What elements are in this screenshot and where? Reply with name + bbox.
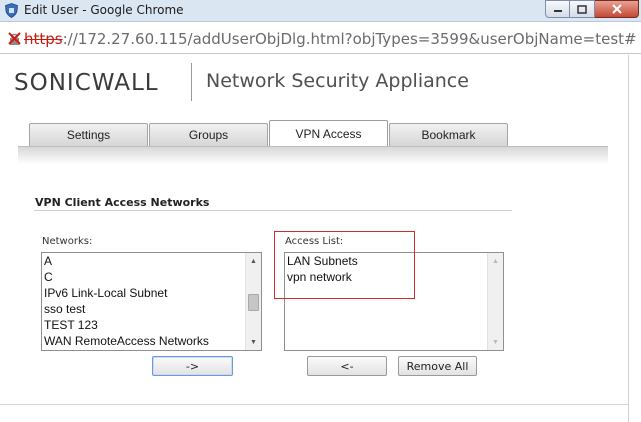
list-item[interactable]: WAN RemoteAccess Networks — [44, 333, 209, 349]
access-list-highlight — [274, 231, 415, 299]
minimize-icon — [553, 10, 562, 12]
address-bar[interactable]: https://172.27.60.115/addUserObjDlg.html… — [0, 22, 641, 54]
networks-items: A C IPv6 Link-Local Subnet sso test TEST… — [44, 253, 209, 349]
section-divider — [34, 210, 512, 211]
list-item[interactable]: A — [44, 253, 209, 269]
sonicwall-banner: SONICWALL Network Security Appliance — [0, 55, 628, 107]
maximize-icon — [577, 4, 587, 14]
add-button[interactable]: -> — [152, 356, 233, 376]
minimize-button[interactable] — [545, 0, 570, 18]
banner-divider — [191, 63, 192, 101]
scroll-down-icon[interactable]: ▼ — [246, 334, 261, 350]
networks-listbox[interactable]: A C IPv6 Link-Local Subnet sso test TEST… — [41, 252, 262, 351]
shield-icon — [5, 3, 18, 18]
sonicwall-logo: SONICWALL — [14, 70, 159, 96]
url-scheme: https — [24, 30, 63, 48]
url-text[interactable]: https://172.27.60.115/addUserObjDlg.html… — [24, 30, 637, 48]
window-title: Edit User - Google Chrome — [24, 3, 184, 17]
tab-groups[interactable]: Groups — [149, 123, 268, 146]
list-item[interactable]: IPv6 Link-Local Subnet — [44, 285, 209, 301]
bottom-divider — [0, 404, 628, 405]
window-titlebar: Edit User - Google Chrome — [0, 0, 641, 22]
networks-label: Networks: — [42, 236, 93, 247]
url-path: ://172.27.60.115/addUserObjDlg.html?objT… — [62, 30, 637, 48]
tab-vpn-access[interactable]: VPN Access — [269, 120, 388, 147]
scroll-up-icon[interactable]: ▲ — [488, 253, 503, 269]
list-item[interactable]: TEST 123 — [44, 317, 209, 333]
maximize-button[interactable] — [570, 0, 595, 18]
tab-bar: Settings Groups VPN Access Bookmark — [18, 120, 608, 147]
window-controls — [545, 0, 639, 19]
scroll-down-icon[interactable]: ▼ — [488, 334, 503, 350]
tab-settings[interactable]: Settings — [29, 123, 148, 146]
section-title: VPN Client Access Networks — [35, 196, 210, 209]
list-item[interactable]: C — [44, 269, 209, 285]
tab-content-band — [18, 146, 608, 164]
networks-scrollbar[interactable]: ▲ ▼ — [245, 253, 261, 350]
product-name: Network Security Appliance — [206, 70, 469, 92]
access-scrollbar[interactable]: ▲ ▼ — [487, 253, 503, 350]
remove-button[interactable]: <- — [307, 356, 387, 376]
page-scroll-edge — [628, 55, 641, 422]
scroll-up-icon[interactable]: ▲ — [246, 253, 261, 269]
remove-all-button[interactable]: Remove All — [398, 356, 477, 376]
broken-lock-x-icon — [8, 32, 21, 45]
close-icon — [611, 4, 622, 14]
close-button[interactable] — [595, 0, 639, 18]
tab-bookmark[interactable]: Bookmark — [389, 123, 508, 146]
list-item[interactable]: sso test — [44, 301, 209, 317]
scrollbar-thumb[interactable] — [248, 294, 259, 311]
